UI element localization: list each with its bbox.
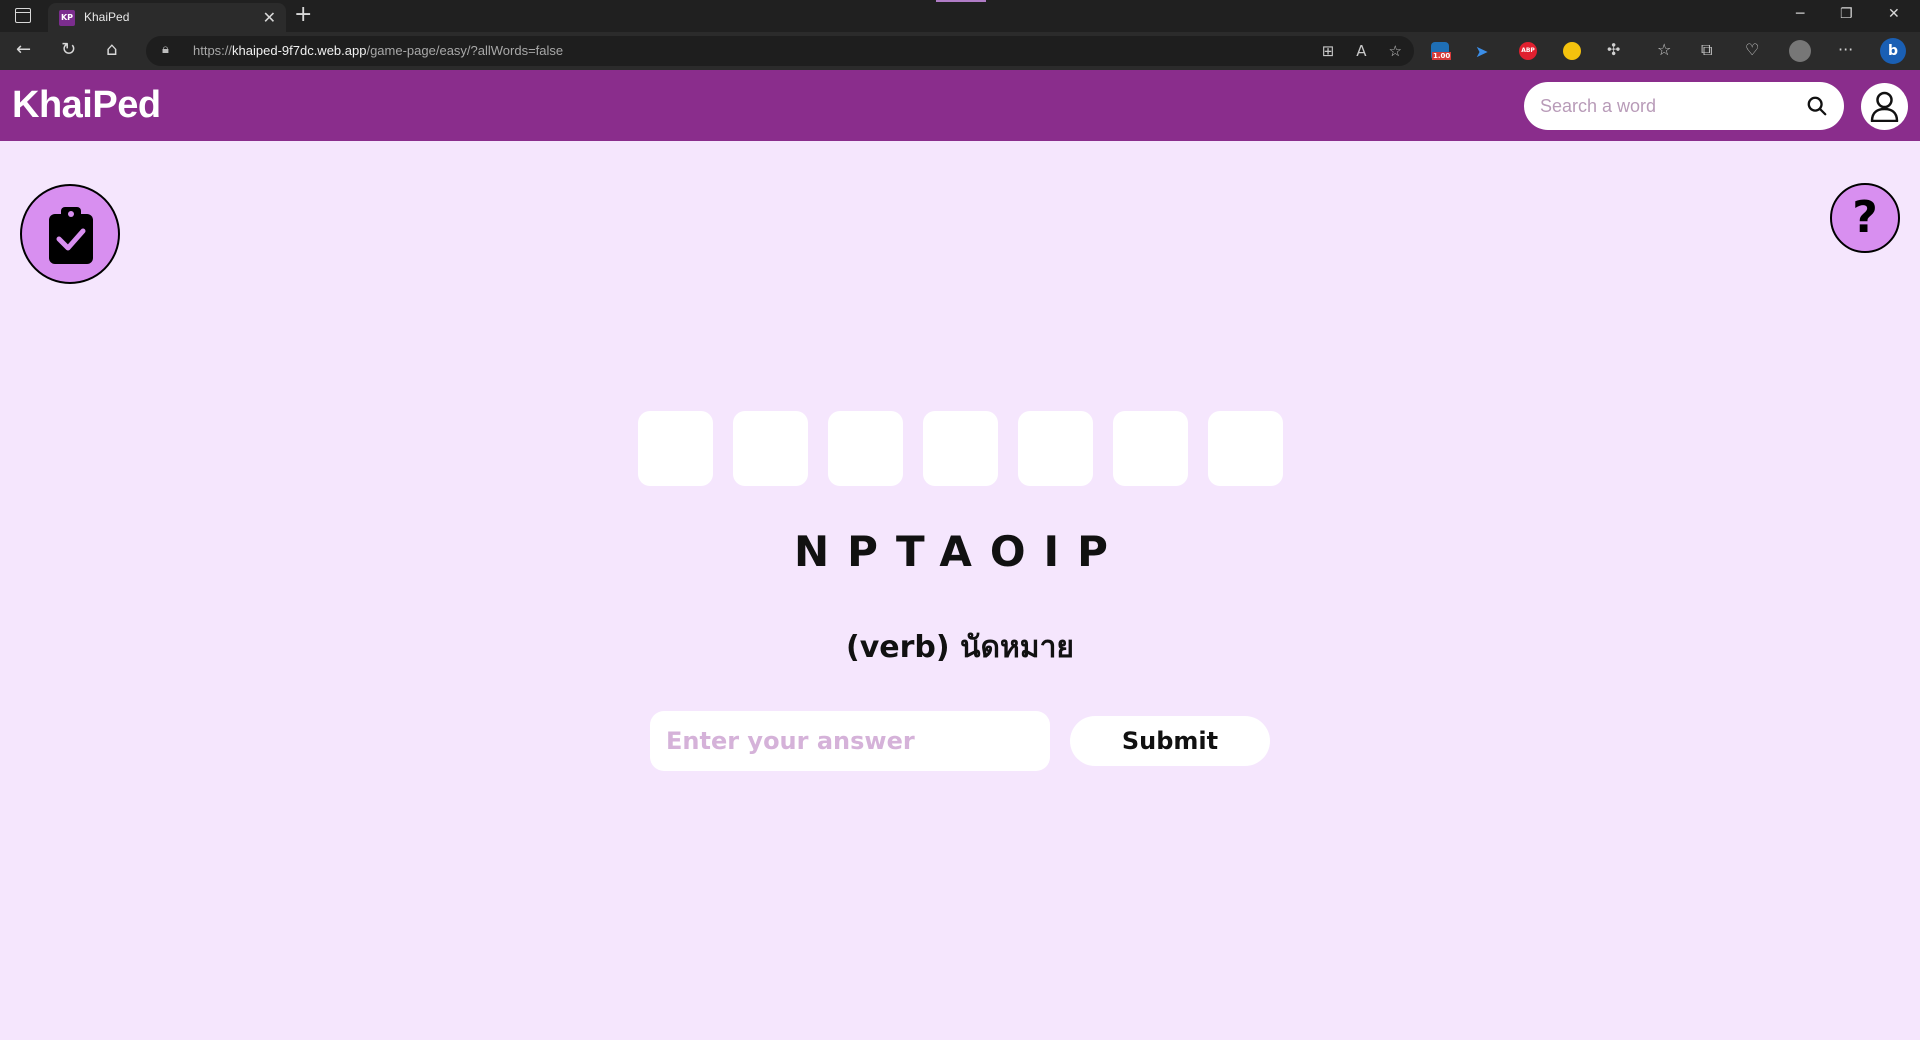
letter-tile — [1113, 411, 1188, 486]
user-account-button[interactable] — [1861, 83, 1908, 130]
help-button[interactable]: ? — [1830, 183, 1900, 253]
search-input[interactable] — [1540, 92, 1800, 120]
scrambled-letters: NPTAOIP — [794, 527, 1126, 576]
letter-tile — [638, 411, 713, 486]
read-aloud-icon[interactable]: A — [1356, 42, 1366, 60]
url-text[interactable]: https://khaiped-9f7dc.web.app/game-page/… — [193, 43, 563, 58]
letter-tile — [1208, 411, 1283, 486]
bing-copilot-icon[interactable]: b — [1880, 38, 1906, 64]
refresh-icon[interactable]: ↻ — [61, 40, 76, 60]
minimize-icon[interactable]: ─ — [1796, 6, 1804, 22]
submit-button[interactable]: Submit — [1070, 716, 1270, 766]
restore-icon[interactable]: ❐ — [1840, 6, 1853, 22]
search-icon[interactable] — [1806, 95, 1828, 117]
favorites-icon[interactable]: ☆ — [1657, 40, 1671, 59]
new-tab-icon[interactable]: + — [294, 3, 312, 27]
back-icon[interactable]: ← — [16, 40, 31, 60]
tab-actions-icon[interactable] — [15, 8, 31, 23]
clipboard-check-icon — [49, 207, 93, 264]
close-tab-icon[interactable]: ✕ — [263, 8, 276, 27]
tab-accent-bar — [936, 0, 986, 2]
extension-circle-icon[interactable] — [1563, 42, 1581, 60]
address-bar-icons: ⊞ A ☆ — [1322, 42, 1402, 60]
collections-icon[interactable]: ⧉ — [1701, 40, 1712, 60]
tab-title: KhaiPed — [84, 10, 130, 24]
browser-tab-bar: KP KhaiPed ✕ + ─ ❐ ✕ — [0, 0, 1920, 32]
extension-arrow-icon[interactable]: ➤ — [1475, 42, 1493, 61]
extensions-puzzle-icon[interactable]: ✣ — [1607, 40, 1620, 59]
khaiped-favicon-icon: KP — [59, 10, 75, 26]
word-hint: (verb) นัดหมาย — [845, 630, 1074, 665]
khaiped-logo[interactable]: KhaiPed — [12, 84, 161, 127]
answer-input[interactable] — [650, 711, 1050, 771]
letter-tile — [733, 411, 808, 486]
letter-tile — [828, 411, 903, 486]
extension-badge: 1.00 — [1432, 52, 1452, 60]
more-options-icon[interactable]: ··· — [1838, 40, 1853, 59]
question-mark-icon: ? — [1852, 192, 1878, 243]
search-box — [1524, 82, 1844, 130]
profile-avatar-icon[interactable] — [1789, 40, 1811, 62]
answer-tiles — [638, 411, 1283, 486]
word-list-button[interactable] — [20, 184, 120, 284]
close-window-icon[interactable]: ✕ — [1888, 6, 1900, 22]
home-icon[interactable]: ⌂ — [106, 40, 117, 60]
app-available-icon[interactable]: ⊞ — [1322, 42, 1335, 60]
browser-toolbar: ← ↻ ⌂ 🔒︎ https://khaiped-9f7dc.web.app/g… — [0, 32, 1920, 70]
address-bar[interactable]: 🔒︎ https://khaiped-9f7dc.web.app/game-pa… — [146, 36, 1414, 66]
letter-tile — [923, 411, 998, 486]
adblock-icon[interactable]: ABP — [1519, 42, 1537, 60]
user-icon — [1870, 91, 1899, 122]
favorite-star-icon[interactable]: ☆ — [1389, 42, 1402, 60]
app-header: KhaiPed — [0, 70, 1920, 141]
lock-icon: 🔒︎ — [162, 42, 169, 57]
extension-counter-icon[interactable]: 1.00 — [1431, 42, 1452, 60]
browser-essentials-icon[interactable]: ♡ — [1745, 40, 1759, 59]
browser-tab[interactable]: KP KhaiPed ✕ — [48, 3, 286, 32]
letter-tile — [1018, 411, 1093, 486]
